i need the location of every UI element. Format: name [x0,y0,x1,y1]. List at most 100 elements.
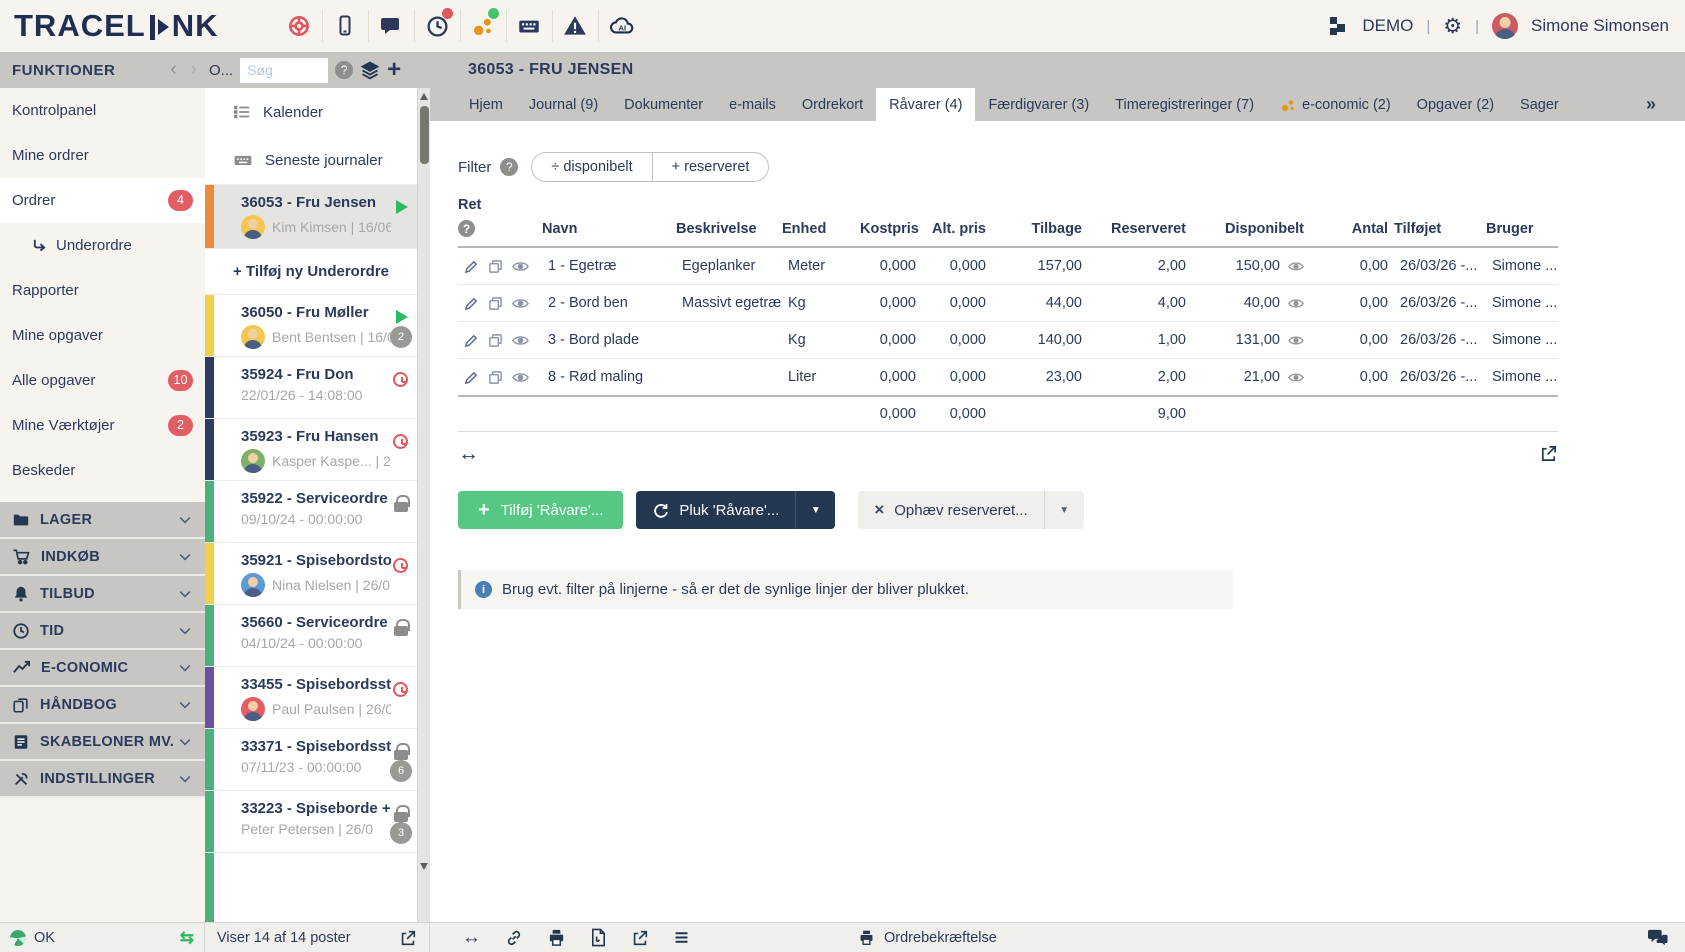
sidebar-group-lager[interactable]: LAGER [0,502,205,539]
col-kostpris[interactable]: Kostpris [860,214,922,247]
stock-eye-icon[interactable] [1288,260,1304,273]
col-alt-pris[interactable]: Alt. pris [922,214,992,247]
col-reserveret[interactable]: Reserveret [1088,214,1192,247]
order-card[interactable]: 33455 - Spisebordsstol... Paul Paulsen |… [205,666,417,728]
chat-bubbles-icon[interactable] [1647,928,1669,948]
tab[interactable]: Ordrekort [789,88,876,121]
sidebar-group-tid[interactable]: TID [0,613,205,650]
order-card[interactable]: 35924 - Fru Don 22/01/26 - 14:08:00 [205,356,417,418]
filter-reserveret-button[interactable]: + reserveret [652,153,769,181]
col-tilbage[interactable]: Tilbage [992,214,1088,247]
sidebar-item[interactable]: Mine ordrer [0,133,205,178]
order-card[interactable]: 36053 - Fru Jensen Kim Kimsen | 16/06 [205,184,417,248]
help-icon[interactable]: ? [335,61,353,79]
sidebar-group-economic[interactable]: E-CONOMIC [0,650,205,687]
tab[interactable]: Færdigvarer (3) [975,88,1102,121]
menu-icon[interactable] [673,929,690,946]
order-confirmation-shortcut[interactable]: Ordrebekræftelse [858,929,997,946]
link-icon[interactable] [505,929,523,947]
scroll-down-arrow[interactable] [420,863,428,870]
e-conomic-sync-icon[interactable] [461,10,507,42]
scroll-thumb[interactable] [420,106,429,164]
order-card[interactable]: 33371 - Spisebordsstole 07/11/23 - 00:00… [205,728,417,790]
warning-icon[interactable] [553,10,599,42]
order-card-partial[interactable] [205,852,417,922]
chat-bubble-icon[interactable] [369,10,415,42]
search-input[interactable] [240,58,328,83]
user-avatar[interactable] [1492,13,1518,39]
col-enhed[interactable]: Enhed [782,214,860,247]
pluk-raavare-button[interactable]: Pluk 'Råvare'... [636,491,795,529]
shortcut-seneste-journaler[interactable]: Seneste journaler [205,136,417,184]
sidebar-item[interactable]: Kontrolpanel [0,88,205,133]
edit-pencil-icon[interactable] [464,370,479,385]
col-disponibelt[interactable]: Disponibelt [1192,214,1310,247]
edit-pencil-icon[interactable] [464,259,479,274]
stock-eye-icon[interactable] [1288,297,1304,310]
view-eye-icon[interactable] [512,333,529,348]
module-blocks-icon[interactable] [1325,14,1349,38]
order-list-scrollbar[interactable] [417,88,430,922]
order-card[interactable]: 35923 - Fru Hansen Kasper Kaspe... | 22/… [205,418,417,480]
sidebar-group-indstillinger[interactable]: INDSTILLINGER [0,761,205,798]
sidebar-group-haandbog[interactable]: HÅNDBOG [0,687,205,724]
tab[interactable]: Råvarer (4) [876,88,975,121]
tab[interactable]: Hjem [456,88,516,121]
add-new-icon[interactable]: + [387,58,401,82]
layers-icon[interactable] [360,60,380,80]
material-row[interactable]: 3 - Bord plade Kg 0,000 0,000 140,00 1,0… [458,322,1558,359]
col-tilfojet[interactable]: Tilføjet [1394,214,1486,247]
material-row[interactable]: 2 - Bord ben Massivt egetræ Kg 0,000 0,0… [458,285,1558,322]
sidebar-item[interactable]: Mine opgaver [0,313,205,358]
copy-icon[interactable] [488,259,503,274]
sidebar-item[interactable]: Ordrer 4 [0,178,205,223]
time-clock-icon[interactable] [415,10,461,42]
view-eye-icon[interactable] [512,296,529,311]
ophaev-reserveret-button[interactable]: × Ophæv reserveret... [858,491,1043,529]
order-card[interactable]: 36050 - Fru Møller Bent Bentsen | 16/06 … [205,294,417,356]
cloud-ai-icon[interactable]: AI [599,10,645,42]
tab[interactable]: e-conomic (2) [1267,88,1404,121]
sidebar-item[interactable]: Rapporter [0,268,205,313]
add-raavare-button[interactable]: + Tilføj 'Råvare'... [458,491,623,529]
export-list-icon[interactable] [399,929,417,947]
shortcut-kalender[interactable]: Kalender [205,88,417,136]
expand-right-icon[interactable]: › [191,59,197,81]
sidebar-group-tilbud[interactable]: TILBUD [0,576,205,613]
sidebar-item[interactable]: Beskeder [0,448,205,493]
filter-disponibelt-button[interactable]: ÷ disponibelt [532,153,651,181]
order-card[interactable]: 35921 - Spisebordstole... Nina Nielsen |… [205,542,417,604]
tab[interactable]: Sager [1507,88,1572,121]
ophaev-dropdown-caret[interactable]: ▼ [1044,491,1084,529]
tab[interactable]: Timeregistreringer (7) [1102,88,1267,121]
copy-icon[interactable] [488,370,503,385]
filter-help-icon[interactable]: ? [500,158,518,176]
tab[interactable]: » [1633,88,1669,121]
stock-eye-icon[interactable] [1288,371,1304,384]
edit-pencil-icon[interactable] [464,296,479,311]
collapse-left-icon[interactable]: ‹ [170,59,176,81]
expand-columns-icon[interactable]: ↔ [458,443,479,464]
scroll-up-arrow[interactable] [420,93,428,100]
print-icon[interactable] [547,928,566,947]
mobile-phone-icon[interactable] [323,10,369,42]
col-beskrivelse[interactable]: Beskrivelse [676,214,782,247]
order-card[interactable]: 35922 - Serviceordre p... 09/10/24 - 00:… [205,480,417,542]
view-eye-icon[interactable] [512,370,529,385]
material-row[interactable]: 8 - Rød maling Liter 0,000 0,000 23,00 2… [458,359,1558,397]
stock-eye-icon[interactable] [1288,334,1304,347]
tab[interactable]: Journal (9) [516,88,611,121]
tab[interactable]: e-mails [716,88,789,121]
support-lifering-icon[interactable] [277,10,323,42]
edit-pencil-icon[interactable] [464,333,479,348]
settings-gear-icon[interactable]: ⚙ [1443,16,1462,37]
sync-arrows-icon[interactable]: ⇆ [180,928,194,948]
export-table-icon[interactable] [1539,444,1558,463]
view-eye-icon[interactable] [512,259,529,274]
material-row[interactable]: 1 - Egetræ Egeplanker Meter 0,000 0,000 … [458,247,1558,285]
share-icon[interactable] [631,929,649,947]
expand-view-icon[interactable]: ↔ [462,928,481,947]
pdf-icon[interactable] [590,928,607,947]
sidebar-item[interactable]: Mine Værktøjer 2 [0,403,205,448]
pluk-dropdown-caret[interactable]: ▼ [795,491,835,529]
